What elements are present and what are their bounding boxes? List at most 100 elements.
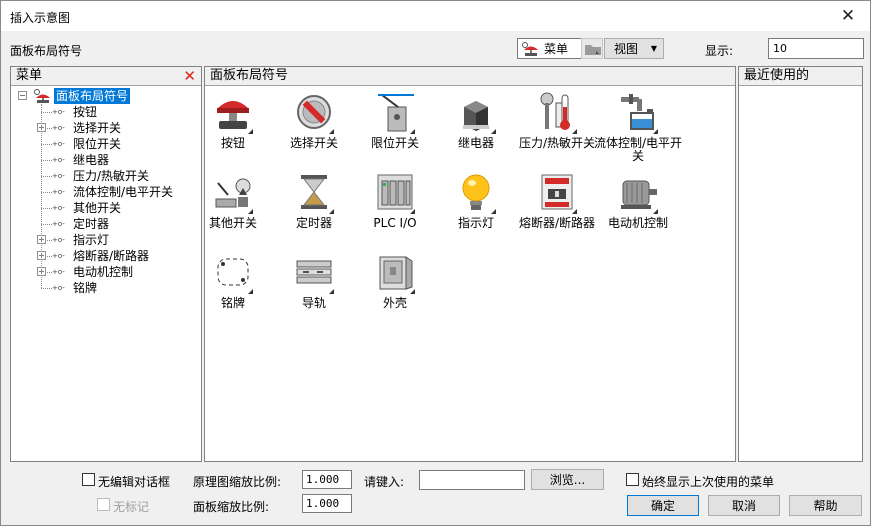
- type-in-label: 请键入:: [364, 475, 405, 489]
- menu-combo-label: 菜单: [544, 42, 569, 56]
- tree-item-label: 限位开关: [73, 137, 122, 151]
- browse-button[interactable]: 浏览...: [531, 469, 604, 490]
- tree-leaf-icon: +o-: [52, 156, 65, 164]
- submenu-indicator-icon: [491, 209, 496, 214]
- tree-root-label: 面板布局符号: [54, 88, 131, 104]
- tree-connector: [41, 160, 52, 161]
- tree-leaf-icon: +o-: [52, 140, 65, 148]
- submenu-indicator-icon: [410, 129, 415, 134]
- recent-panel: 最近使用的: [738, 66, 863, 462]
- no-tag-checkbox[interactable]: [97, 498, 110, 511]
- always-show-last-checkbox[interactable]: [626, 473, 639, 486]
- panel-scale-input[interactable]: 1.000: [302, 494, 352, 513]
- submenu-indicator-icon: [248, 289, 253, 294]
- display-count-label: 显示:: [705, 44, 734, 58]
- schematic-scale-input[interactable]: 1.000: [302, 470, 352, 489]
- submenu-indicator-icon: [410, 209, 415, 214]
- tree-leaf-icon: +o-: [52, 236, 65, 244]
- title-bar: 插入示意图 ✕: [1, 1, 870, 31]
- tree-connector: [41, 176, 52, 177]
- tree-item-label: 指示灯: [73, 233, 110, 247]
- symbol-tile[interactable]: 流体控制/电平开关: [590, 91, 686, 167]
- close-button[interactable]: ✕: [826, 1, 870, 31]
- selector-switch-icon: [297, 95, 331, 129]
- tree-leaf-icon: +o-: [52, 188, 65, 196]
- always-show-last-label: 始终显示上次使用的菜单: [642, 475, 775, 489]
- panel-symbol-icon: [522, 42, 538, 56]
- no-edit-dialog-checkbox[interactable]: [82, 473, 95, 486]
- symbol-tile[interactable]: 外壳: [347, 251, 443, 327]
- no-edit-dialog-label: 无编辑对话框: [98, 475, 171, 489]
- symbol-tile-label: 流体控制/电平开关: [593, 136, 683, 163]
- submenu-indicator-icon: [410, 289, 415, 294]
- symbol-panel-title: 面板布局符号: [210, 68, 289, 83]
- clear-icon[interactable]: ✕: [183, 68, 196, 85]
- menu-tree-header: 菜单 ✕: [11, 67, 201, 86]
- tree-item-label: 压力/热敏开关: [73, 169, 150, 183]
- plc-io-icon: [377, 174, 413, 210]
- view-button-label: 视图: [614, 42, 639, 56]
- close-icon: ✕: [840, 6, 856, 26]
- tree-item-label: 电动机控制: [73, 265, 134, 279]
- tree-leaf-icon: +o-: [52, 268, 65, 276]
- tree-item-label: 选择开关: [73, 121, 122, 135]
- tree-connector: [41, 192, 52, 193]
- tree-leaf-icon: +o-: [52, 204, 65, 212]
- menu-tree-title: 菜单: [16, 68, 43, 83]
- tree-leaf-icon: +o-: [52, 172, 65, 180]
- din-rail-icon: [296, 260, 332, 284]
- nameplate-icon: [217, 258, 249, 286]
- submenu-indicator-icon: [572, 209, 577, 214]
- tree-leaf-icon: +o-: [52, 124, 65, 132]
- insert-diagram-dialog: 插入示意图 ✕ 面板布局符号 菜单 视图 ▼ 显示: 菜单 ✕ −: [0, 0, 871, 526]
- submenu-indicator-icon: [653, 209, 658, 214]
- recent-panel-header: 最近使用的: [739, 67, 862, 86]
- tree-item-label: 其他开关: [73, 201, 122, 215]
- tree-leaf-icon: +o-: [52, 108, 65, 116]
- panel-symbol-icon: [34, 89, 50, 103]
- tree-leaf-icon: +o-: [52, 220, 65, 228]
- ok-button[interactable]: 确定: [627, 495, 699, 516]
- submenu-indicator-icon: [329, 289, 334, 294]
- panel-scale-label: 面板缩放比例:: [193, 500, 270, 514]
- pressure-thermal-switch-icon: [540, 92, 570, 130]
- display-count-input[interactable]: [768, 38, 864, 59]
- submenu-indicator-icon: [572, 129, 577, 134]
- tree-connector: [41, 112, 52, 113]
- chevron-down-icon: ▼: [650, 44, 657, 53]
- pilot-light-icon: [462, 174, 490, 210]
- symbol-panel: 面板布局符号 按钮 选择开关 限位开关 继电器 压力/热敏开关 流体控制/电平开关 其他开关…: [204, 66, 736, 462]
- tree-vertical-line: [41, 104, 42, 288]
- fluid-level-switch-icon: [621, 94, 654, 130]
- timer-icon: [301, 175, 327, 209]
- pushbutton-icon: [217, 101, 249, 129]
- enclosure-icon: [379, 256, 413, 290]
- other-switch-icon: [215, 178, 251, 208]
- symbol-tile-label: 电动机控制: [607, 216, 668, 230]
- submenu-indicator-icon: [653, 129, 658, 134]
- tree-item-label: 继电器: [73, 153, 110, 167]
- tree-item-label: 定时器: [73, 217, 110, 231]
- symbol-tile[interactable]: 电动机控制: [590, 171, 686, 247]
- tree-leaf-icon: +o-: [52, 252, 65, 260]
- tree-item-label: 熔断器/断路器: [73, 249, 150, 263]
- type-in-input[interactable]: [419, 470, 525, 490]
- tree-connector: [41, 224, 52, 225]
- cancel-button[interactable]: 取消: [708, 495, 780, 516]
- no-tag-label: 无标记: [113, 500, 150, 514]
- tree-item-label: 按钮: [73, 105, 98, 119]
- tree-connector: [41, 144, 52, 145]
- fuse-breaker-icon: [541, 174, 573, 210]
- tree-leaf-icon: +o-: [52, 284, 65, 292]
- help-button[interactable]: 帮助: [789, 495, 862, 516]
- submenu-indicator-icon: [248, 129, 253, 134]
- folder-icon: [585, 45, 601, 55]
- recent-panel-title: 最近使用的: [744, 68, 810, 83]
- submenu-indicator-icon: [329, 129, 334, 134]
- tree-item-label: 流体控制/电平开关: [73, 185, 174, 199]
- limit-switch-icon: [378, 94, 414, 132]
- menu-folder-button[interactable]: [581, 38, 603, 59]
- motor-control-icon: [621, 180, 657, 209]
- tree-collapse-icon[interactable]: −: [18, 91, 27, 100]
- view-button[interactable]: 视图 ▼: [604, 38, 664, 59]
